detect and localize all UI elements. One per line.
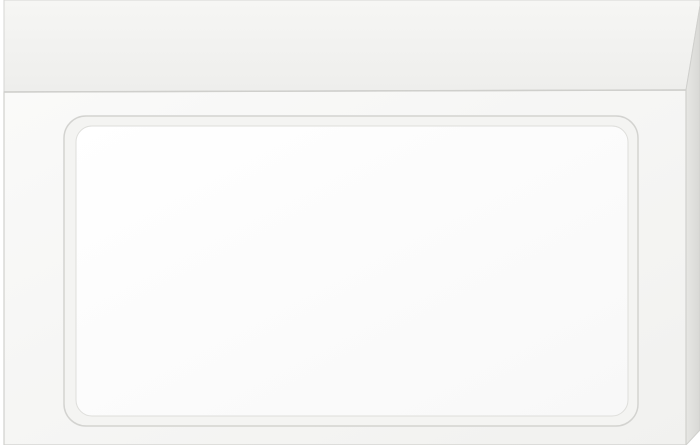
- led-diffuser-panel: [75, 125, 629, 417]
- led-panel-illustration: [3, 0, 700, 445]
- product-photo: [0, 0, 700, 445]
- fixture-top-surface: [3, 0, 700, 93]
